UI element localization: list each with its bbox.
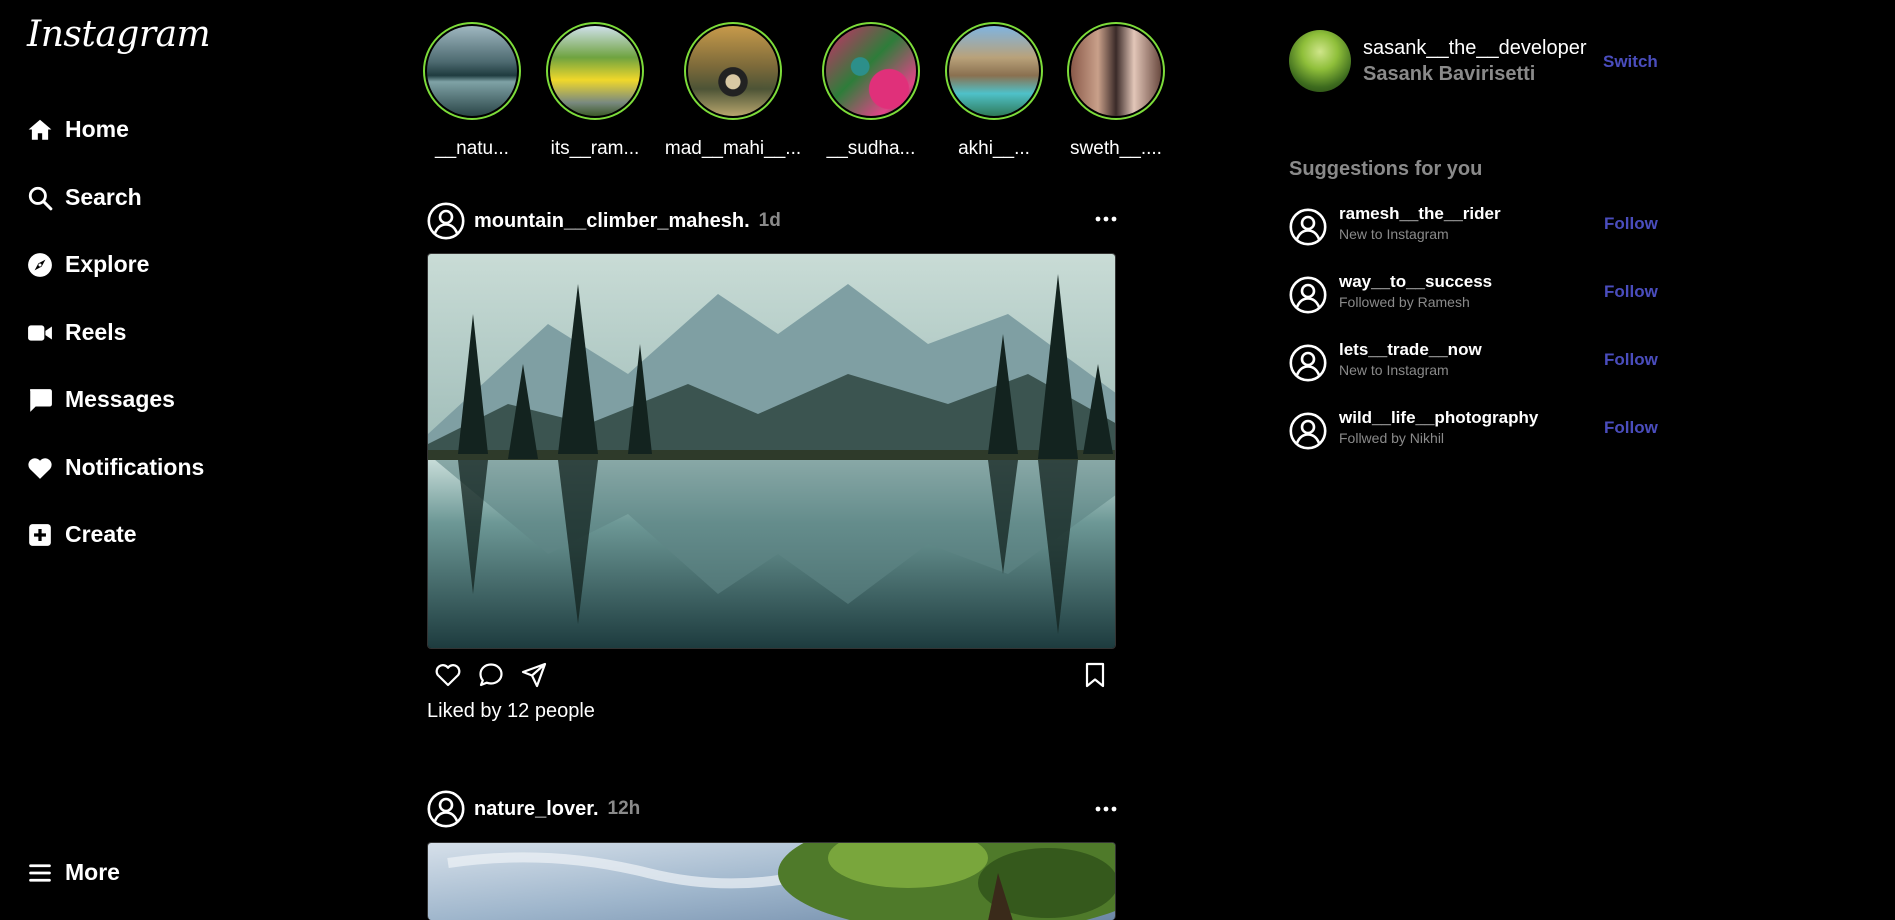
story-thumbnail-lake [427,26,517,116]
nav-home-label: Home [65,116,129,142]
story-thumbnail-road [550,26,640,116]
story-ring[interactable] [684,22,782,120]
user-avatar-icon[interactable] [1289,208,1327,246]
heart-icon [28,457,52,479]
suggestion-username[interactable]: ramesh__the__rider [1339,204,1501,224]
story-item[interactable]: __sudha... [801,22,941,160]
story-ring[interactable] [822,22,920,120]
story-ring[interactable] [546,22,644,120]
nav-messages[interactable]: Messages [27,386,175,413]
story-thumbnail-bridge [688,26,778,116]
story-username: __natu... [435,138,509,159]
follow-button[interactable]: Follow [1604,350,1658,370]
post-header: nature_lover. 12h [427,790,640,828]
story-thumbnail-waterfall [949,26,1039,116]
post-image[interactable] [427,842,1116,920]
story-username: __sudha... [826,138,916,159]
search-icon [28,186,53,210]
story-ring[interactable] [945,22,1043,120]
nav-create[interactable]: Create [27,521,137,548]
suggestion-subtitle: New to Instagram [1339,362,1449,378]
story-item[interactable]: akhi__... [924,22,1064,160]
user-avatar-icon[interactable] [427,790,465,828]
follow-button[interactable]: Follow [1604,214,1658,234]
post-timestamp: 12h [607,798,641,819]
nav-home[interactable]: Home [27,116,129,143]
video-camera-icon [28,324,52,341]
story-item[interactable]: mad__mahi__... [663,22,803,160]
post-header: mountain__climber_mahesh. 1d [427,202,781,240]
suggestion-item: ramesh__the__rider New to Instagram Foll… [1289,204,1669,248]
nav-reels-label: Reels [65,319,127,345]
likes-count[interactable]: Liked by 12 people [427,700,595,723]
switch-account-button[interactable]: Switch [1603,52,1658,72]
story-username: its__ram... [550,138,640,159]
nav-explore[interactable]: Explore [27,251,149,278]
nav-messages-label: Messages [65,386,175,412]
suggestion-subtitle: Followed by Ramesh [1339,294,1470,310]
home-icon [28,119,52,140]
post-username[interactable]: mountain__climber_mahesh. [474,210,750,233]
suggestion-subtitle: New to Instagram [1339,226,1449,242]
story-ring[interactable] [1067,22,1165,120]
story-ring[interactable] [423,22,521,120]
profile-fullname: Sasank Bavirisetti [1363,63,1536,85]
post-username[interactable]: nature_lover. [474,798,599,821]
menu-icon [29,863,51,882]
nav-notifications[interactable]: Notifications [27,454,204,481]
sidebar: Instagram Home Search Explore Reels Mess… [0,0,300,920]
bookmark-icon[interactable] [1081,661,1109,689]
nav-search[interactable]: Search [27,184,142,211]
tree-landscape-image [428,843,1115,920]
post-timestamp: 1d [758,210,781,231]
user-avatar-icon[interactable] [427,202,465,240]
story-thumbnail-camera [1071,26,1161,116]
story-item[interactable]: sweth__.... [1046,22,1186,160]
suggestions-heading: Suggestions for you [1289,158,1483,180]
compass-icon [28,252,52,277]
nav-reels[interactable]: Reels [27,319,126,346]
follow-button[interactable]: Follow [1604,282,1658,302]
suggestion-item: wild__life__photography Follwed by Nikhi… [1289,408,1669,452]
more-options-icon[interactable] [1094,207,1118,231]
nav-more[interactable]: More [27,859,120,886]
share-icon[interactable] [520,661,548,689]
follow-button[interactable]: Follow [1604,418,1658,438]
nav-explore-label: Explore [65,251,150,277]
story-username: mad__mahi__... [664,138,802,159]
more-options-icon[interactable] [1094,797,1118,821]
user-avatar-icon[interactable] [1289,412,1327,450]
instagram-logo[interactable]: Instagram [27,14,211,55]
story-item[interactable]: its__ram... [525,22,665,160]
suggestion-username[interactable]: lets__trade__now [1339,340,1482,360]
suggestion-item: way__to__success Followed by Ramesh Foll… [1289,272,1669,316]
nav-create-label: Create [65,521,137,547]
post-image[interactable] [427,253,1116,649]
nav-search-label: Search [65,184,142,210]
suggestion-username[interactable]: way__to__success [1339,272,1492,292]
mountain-lake-image [428,254,1115,648]
nav-notifications-label: Notifications [65,454,205,480]
nav-more-label: More [65,859,120,885]
profile-avatar[interactable] [1289,30,1351,92]
story-thumbnail-hummingbird [826,26,916,116]
message-icon [29,388,52,412]
like-heart-icon[interactable] [434,661,462,689]
plus-square-icon [29,523,51,546]
suggestion-subtitle: Follwed by Nikhil [1339,430,1445,446]
story-item[interactable]: __natu... [402,22,542,160]
suggestion-username[interactable]: wild__life__photography [1339,408,1538,428]
story-username: akhi__... [958,138,1030,159]
suggestion-item: lets__trade__now New to Instagram Follow [1289,340,1669,384]
comment-icon[interactable] [477,661,505,689]
story-username: sweth__.... [1070,138,1162,159]
profile-username[interactable]: sasank__the__developer [1363,37,1587,60]
user-avatar-icon[interactable] [1289,276,1327,314]
user-avatar-icon[interactable] [1289,344,1327,382]
